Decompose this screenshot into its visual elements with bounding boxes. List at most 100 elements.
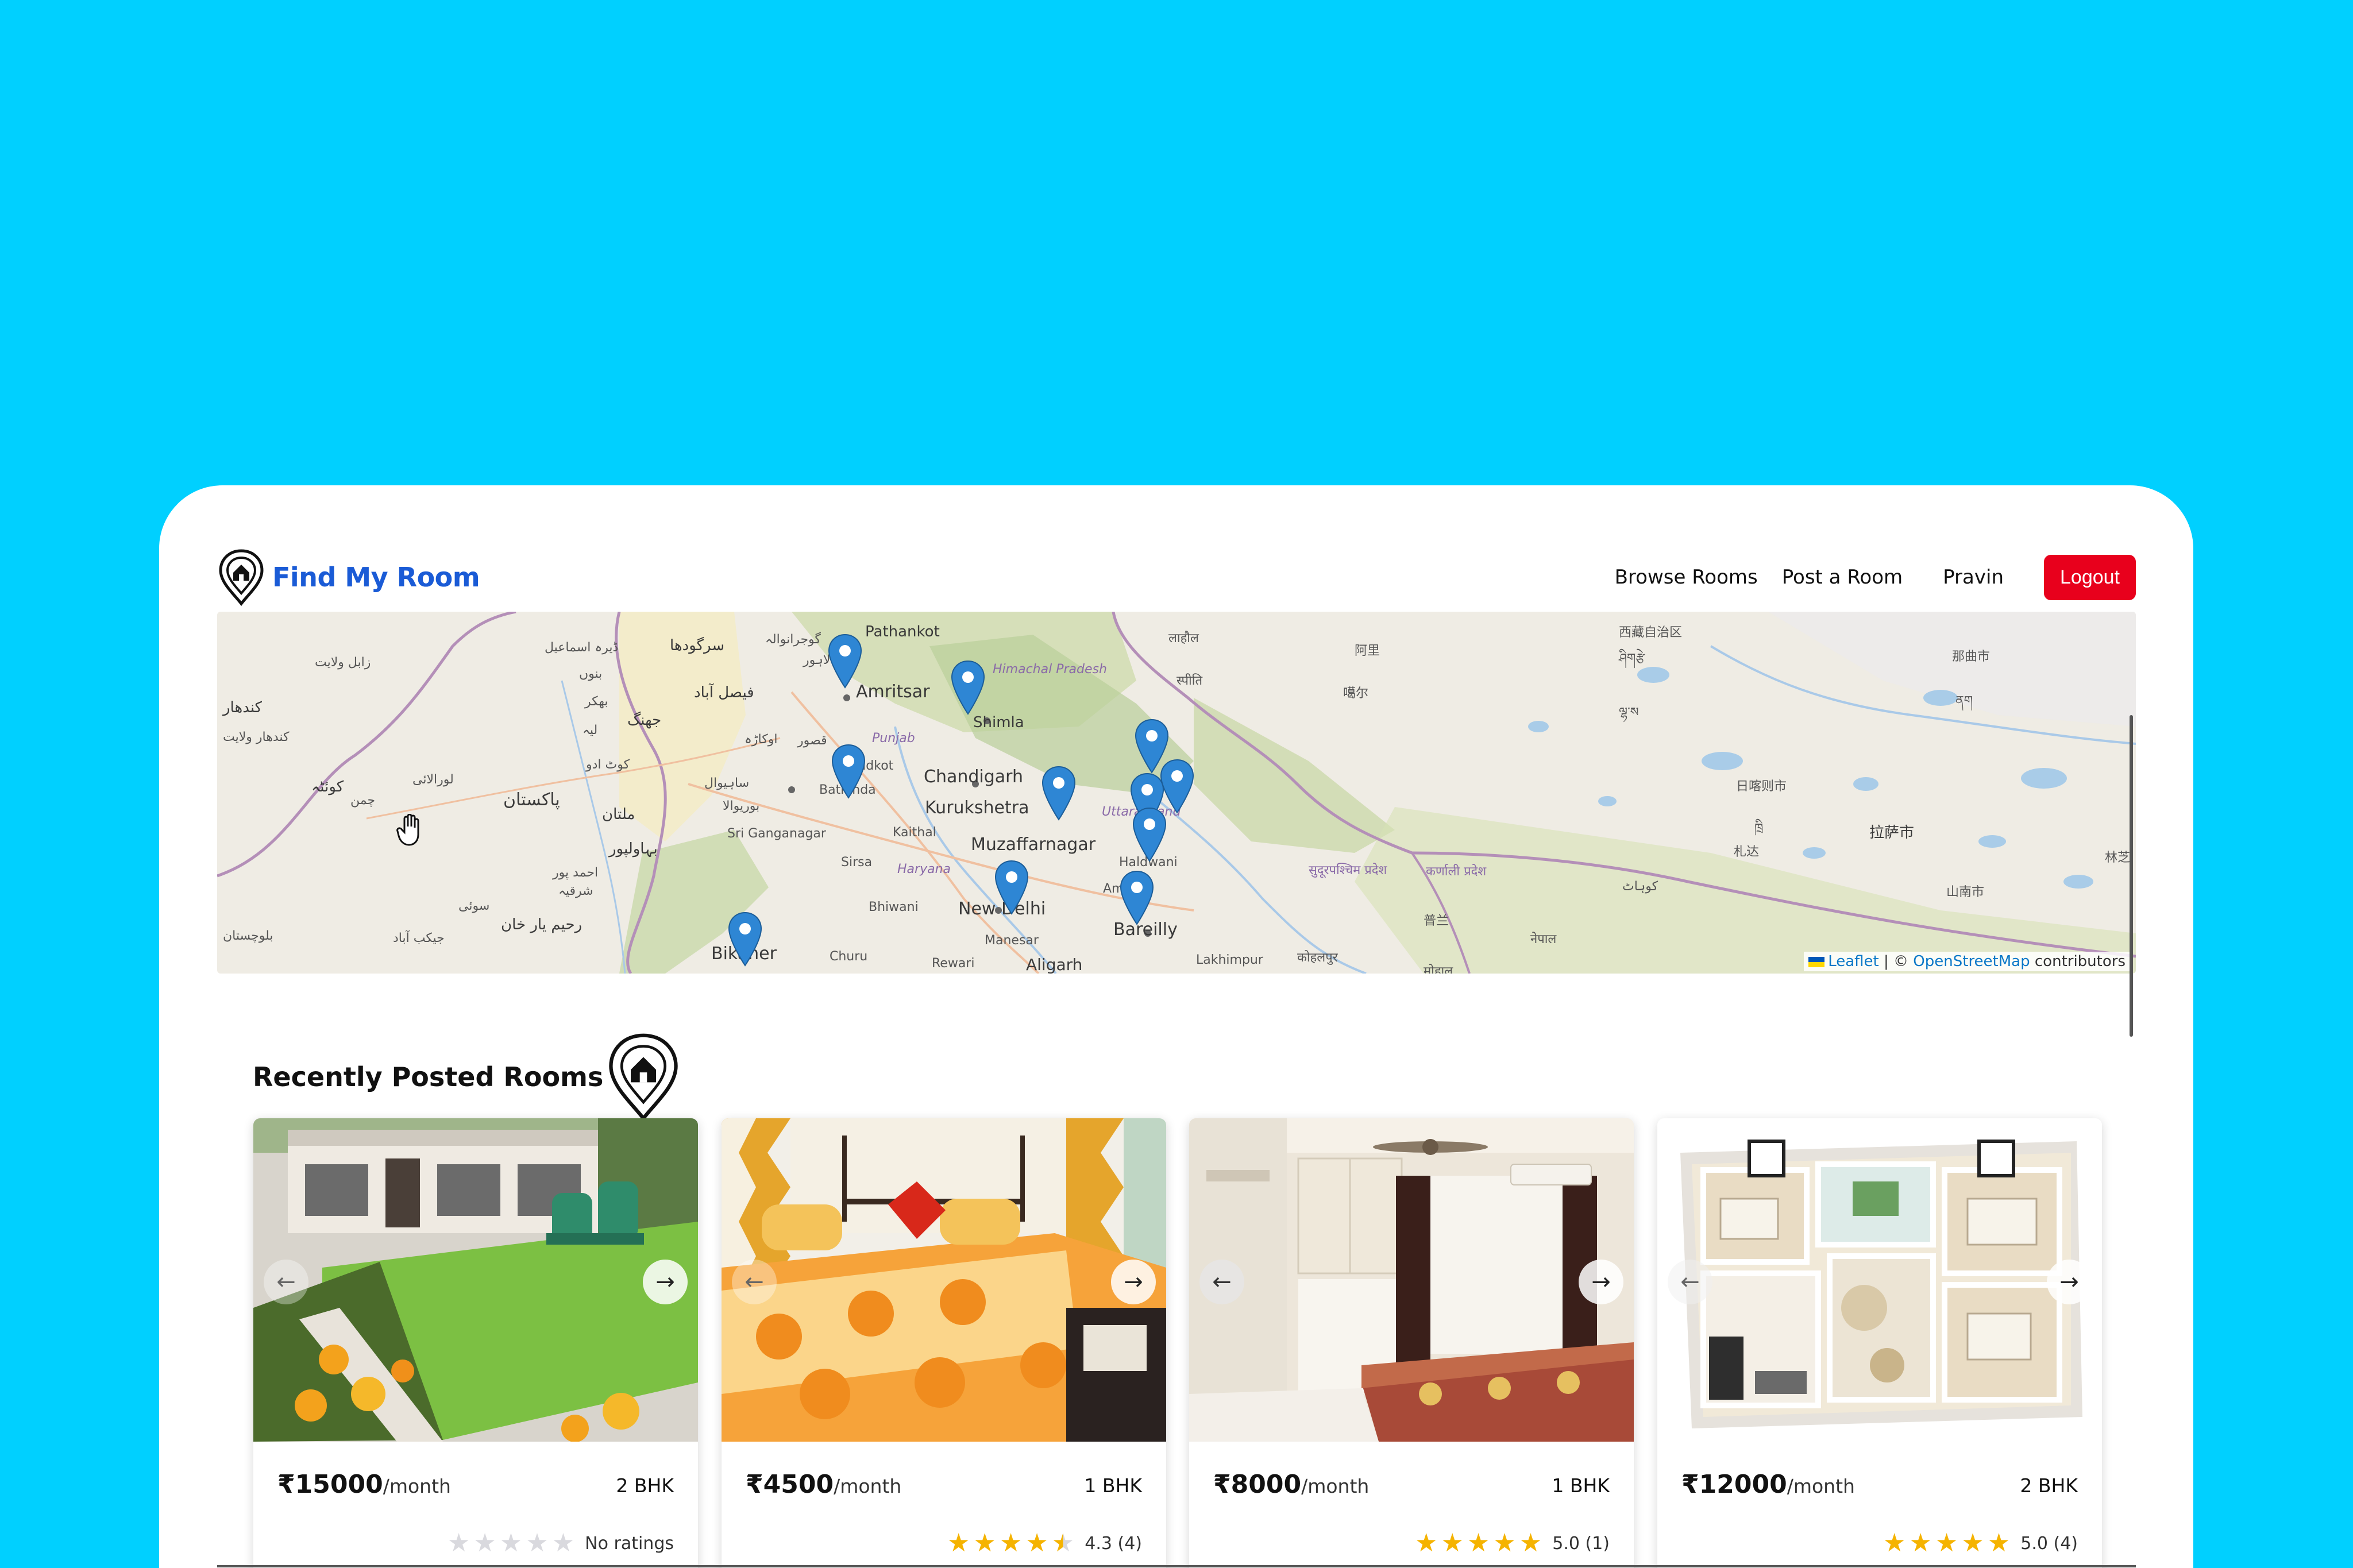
rating-text: 5.0 (4) <box>2020 1533 2078 1554</box>
star-icon: ★ <box>1935 1528 1958 1558</box>
map-label: Chandigarh <box>924 767 1023 787</box>
star-icon: ★ <box>973 1528 996 1558</box>
room-card[interactable]: ← → ₹12000/month 2 BHK ★ ★ ★ ★ ★ 5.0 (4) <box>1657 1118 2102 1568</box>
map-label: Manesar <box>985 933 1039 948</box>
map-marker-icon[interactable] <box>727 912 763 967</box>
map-marker-icon[interactable] <box>831 744 866 799</box>
rooms-map[interactable]: Pathankot Amritsar Shimla Himachal Prade… <box>217 612 2136 974</box>
leaflet-link[interactable]: Leaflet <box>1828 953 1879 970</box>
map-label: احمد پور <box>553 866 599 880</box>
arrow-right-icon: → <box>655 1269 675 1295</box>
map-label: Kaithal <box>893 825 936 840</box>
room-photo[interactable] <box>1657 1118 2102 1442</box>
room-bhk: 2 BHK <box>616 1474 674 1497</box>
star-icon: ★ <box>1025 1528 1048 1558</box>
ukraine-flag-icon <box>1808 956 1825 967</box>
price-value: ₹12000 <box>1681 1470 1787 1499</box>
room-photo[interactable] <box>1189 1118 1634 1442</box>
star-icon: ★ <box>1441 1528 1464 1558</box>
room-photo[interactable] <box>722 1118 1166 1442</box>
price-period: /month <box>1787 1475 1855 1497</box>
room-card[interactable]: ← → ₹4500/month 1 BHK ★ ★ ★ ★ ★ 4.3 (4) <box>722 1118 1166 1568</box>
map-label: لیہ <box>583 723 598 737</box>
map-label: سرگودھا <box>670 637 725 654</box>
arrow-right-icon: → <box>1591 1269 1611 1295</box>
room-rating: ★ ★ ★ ★ ★ No ratings <box>448 1531 674 1556</box>
brand-name: Find My Room <box>272 562 480 593</box>
page-scrollbar[interactable] <box>2130 715 2133 1037</box>
room-price: ₹8000/month <box>1213 1470 1369 1499</box>
brand-link[interactable]: Find My Room <box>217 549 480 606</box>
map-marker-icon[interactable] <box>827 634 863 689</box>
star-icon: ★ <box>473 1528 496 1558</box>
map-label: زابل ولایت <box>315 655 371 670</box>
arrow-right-icon: → <box>2059 1269 2079 1295</box>
next-image-button[interactable]: → <box>643 1260 688 1304</box>
map-label: Sirsa <box>841 855 873 870</box>
star-icon: ★ <box>1493 1528 1516 1558</box>
star-icon: ★ <box>999 1528 1023 1558</box>
map-label: جھنگ <box>627 712 662 729</box>
map-label: Sri Ganganagar <box>727 827 826 841</box>
attribution-contributors: contributors <box>2030 953 2126 970</box>
map-label: Churu <box>830 949 868 964</box>
map-label: कर्णाली प्रदेश <box>1426 864 1487 879</box>
nav-user-name[interactable]: Pravin <box>1943 566 2004 589</box>
prev-image-button[interactable]: ← <box>1668 1260 1712 1304</box>
star-icon: ★ <box>1883 1528 1906 1558</box>
room-rating: ★ ★ ★ ★ ★ 5.0 (1) <box>1415 1531 1610 1556</box>
prev-image-button[interactable]: ← <box>1199 1260 1244 1304</box>
map-label: بوریوالا <box>723 799 760 813</box>
map-label: 拉萨市 <box>1869 824 1915 841</box>
next-image-button[interactable]: → <box>1579 1260 1623 1304</box>
star-icon: ★ <box>1051 1528 1075 1558</box>
map-label: स्पीति <box>1176 674 1202 688</box>
prev-image-button[interactable]: ← <box>264 1260 308 1304</box>
room-bhk: 2 BHK <box>2020 1474 2078 1497</box>
osm-link[interactable]: OpenStreetMap <box>1913 953 2030 970</box>
room-photo[interactable] <box>253 1118 698 1442</box>
map-label: Aligarh <box>1026 955 1083 974</box>
map-label: कोहलपुर <box>1297 951 1338 965</box>
map-label: پاکستان <box>503 790 560 810</box>
room-card[interactable]: ← → ₹8000/month 1 BHK ★ ★ ★ ★ ★ 5.0 (1) <box>1189 1118 1634 1568</box>
map-label: ཤིགརྩེ <box>1619 651 1645 666</box>
logout-button[interactable]: Logout <box>2044 554 2136 600</box>
map-marker-icon[interactable] <box>1119 870 1155 925</box>
map-label: Kurukshetra <box>925 798 1029 818</box>
map-label: 普兰 <box>1424 914 1449 928</box>
navbar: Find My Room Browse Rooms Post a Room Pr… <box>217 549 2136 606</box>
map-label: رحیم یار خان <box>501 916 583 933</box>
next-image-button[interactable]: → <box>1111 1260 1156 1304</box>
map-marker-icon[interactable] <box>1132 807 1167 862</box>
prev-image-button[interactable]: ← <box>732 1260 777 1304</box>
arrow-left-icon: ← <box>1212 1269 1232 1295</box>
map-label: لاہور <box>803 653 831 667</box>
map-label: اوکاڑہ <box>745 732 778 747</box>
nav-browse-rooms[interactable]: Browse Rooms <box>1615 566 1758 589</box>
star-icon: ★ <box>1987 1528 2011 1558</box>
map-label: قصور <box>797 733 827 748</box>
map-marker-icon[interactable] <box>1041 766 1077 821</box>
map-marker-icon[interactable] <box>994 860 1029 915</box>
map-label: मोहाल <box>1424 964 1453 974</box>
star-icon: ★ <box>1519 1528 1542 1558</box>
map-label: چمن <box>350 793 376 808</box>
map-label: ལྷ་ས <box>1619 705 1639 720</box>
map-label: Himachal Pradesh <box>993 662 1107 677</box>
map-label: 日喀则市 <box>1736 779 1787 794</box>
map-marker-icon[interactable] <box>950 660 986 715</box>
map-label: Pathankot <box>865 623 940 640</box>
price-period: /month <box>834 1475 902 1497</box>
map-label: فیصل آباد <box>694 684 754 701</box>
star-icon: ★ <box>551 1528 575 1558</box>
next-image-button[interactable]: → <box>2047 1260 2092 1304</box>
map-label: 那曲市 <box>1952 650 1991 664</box>
star-icon: ★ <box>1909 1528 1932 1558</box>
nav-post-room[interactable]: Post a Room <box>1782 566 1903 589</box>
map-label: بلوچستان <box>223 929 273 943</box>
room-card[interactable]: ← → ₹15000/month 2 BHK ★ ★ ★ ★ ★ No rati… <box>253 1118 698 1568</box>
app-window: Find My Room Browse Rooms Post a Room Pr… <box>159 485 2193 1568</box>
location-home-icon <box>609 1033 678 1122</box>
map-label: ڈیرہ اسماعیل <box>545 640 619 655</box>
